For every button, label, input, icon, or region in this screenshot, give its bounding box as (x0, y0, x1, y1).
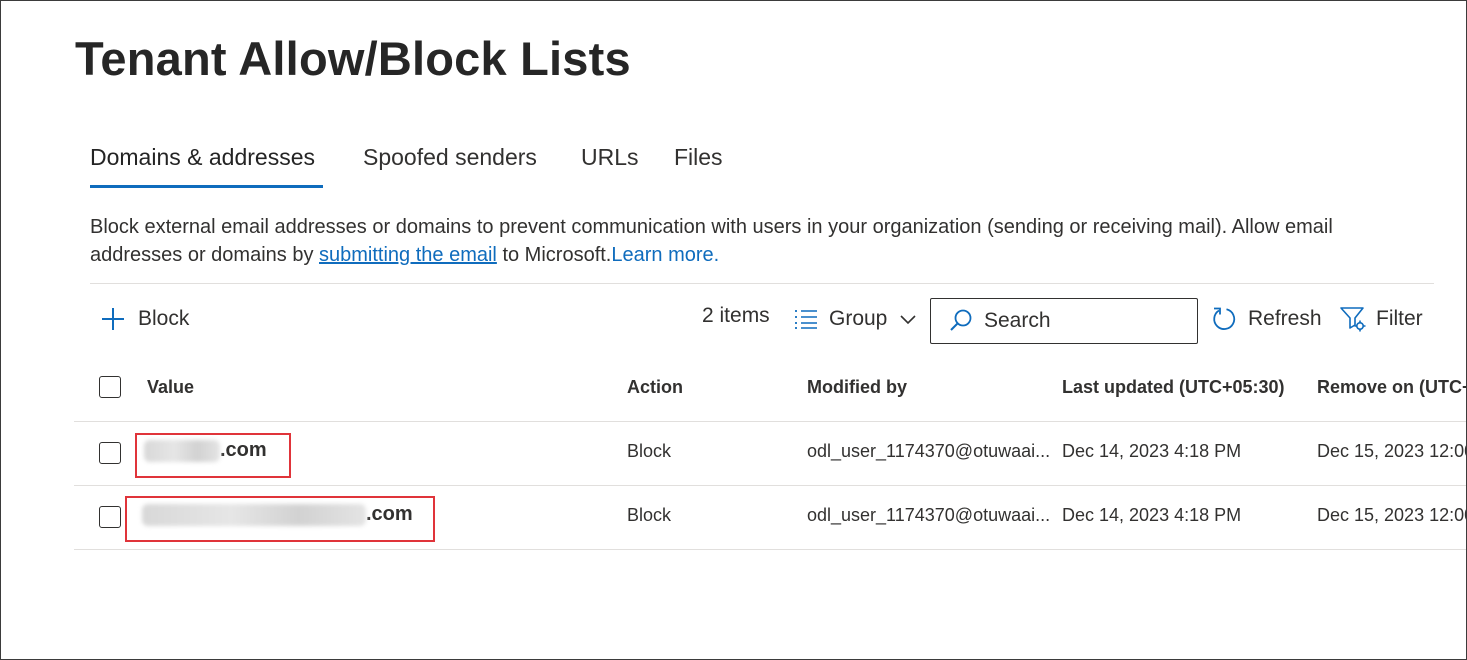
submitting-email-link[interactable]: submitting the email (319, 244, 497, 266)
search-icon (948, 308, 974, 334)
tab-urls[interactable]: URLs (581, 141, 639, 188)
tab-label: Files (674, 144, 723, 170)
tab-files[interactable]: Files (674, 141, 723, 188)
tab-domains-addresses[interactable]: Domains & addresses (90, 141, 323, 188)
app-frame: Tenant Allow/Block Lists Domains & addre… (0, 0, 1467, 660)
tab-spoofed-senders[interactable]: Spoofed senders (363, 141, 537, 188)
page-title: Tenant Allow/Block Lists (75, 32, 631, 85)
action-cell: Block (627, 441, 672, 461)
action-cell: Block (627, 505, 672, 525)
filter-settings-icon (1339, 305, 1367, 333)
last-updated-cell: Dec 14, 2023 4:18 PM (1062, 505, 1242, 525)
group-dropdown[interactable]: Group (793, 301, 917, 337)
last-updated-cell: Dec 14, 2023 4:18 PM (1062, 441, 1242, 461)
row-checkbox[interactable] (99, 442, 121, 464)
tab-label: Domains & addresses (90, 144, 315, 170)
page-description: Block external email addresses or domain… (90, 213, 1410, 269)
block-button-label: Block (138, 307, 190, 330)
group-label: Group (829, 307, 888, 330)
modified-by-cell: odl_user_1174370@otuwaai... (807, 441, 1051, 461)
remove-on-cell: Dec 15, 2023 12:00 AM (1317, 505, 1466, 525)
tab-label: URLs (581, 144, 639, 170)
search-box[interactable] (930, 298, 1198, 344)
modified-by-cell: odl_user_1174370@otuwaai... (807, 505, 1051, 525)
description-text-after: to Microsoft. (496, 244, 612, 266)
column-header-modified-by[interactable]: Modified by (807, 377, 907, 398)
plus-icon (100, 306, 126, 332)
highlight-box (135, 433, 291, 478)
column-header-last-updated[interactable]: Last updated (UTC+05:30) (1062, 377, 1285, 398)
items-count: 2 items (702, 304, 770, 327)
search-input[interactable] (984, 309, 1184, 333)
divider (90, 283, 1434, 284)
table-header: Value Action Modified by Last updated (U… (74, 361, 1466, 421)
filter-label: Filter (1376, 307, 1423, 330)
refresh-button[interactable]: Refresh (1210, 301, 1322, 337)
refresh-label: Refresh (1248, 307, 1322, 330)
refresh-icon (1210, 305, 1238, 333)
remove-on-cell: Dec 15, 2023 12:00 AM (1317, 441, 1466, 461)
column-header-remove-on[interactable]: Remove on (UTC+05:30) (1317, 377, 1466, 398)
select-all-checkbox[interactable] (99, 376, 121, 398)
row-checkbox[interactable] (99, 506, 121, 528)
chevron-down-icon (899, 313, 917, 325)
active-tab-indicator (90, 185, 323, 188)
highlight-box (125, 496, 435, 542)
list-icon (793, 307, 819, 331)
column-header-action[interactable]: Action (627, 377, 683, 398)
tab-label: Spoofed senders (363, 144, 537, 170)
learn-more-link[interactable]: Learn more. (611, 244, 719, 266)
block-button[interactable]: Block (100, 301, 189, 337)
divider (74, 549, 1466, 550)
column-header-value[interactable]: Value (147, 377, 194, 398)
filter-button[interactable]: Filter (1339, 301, 1423, 337)
